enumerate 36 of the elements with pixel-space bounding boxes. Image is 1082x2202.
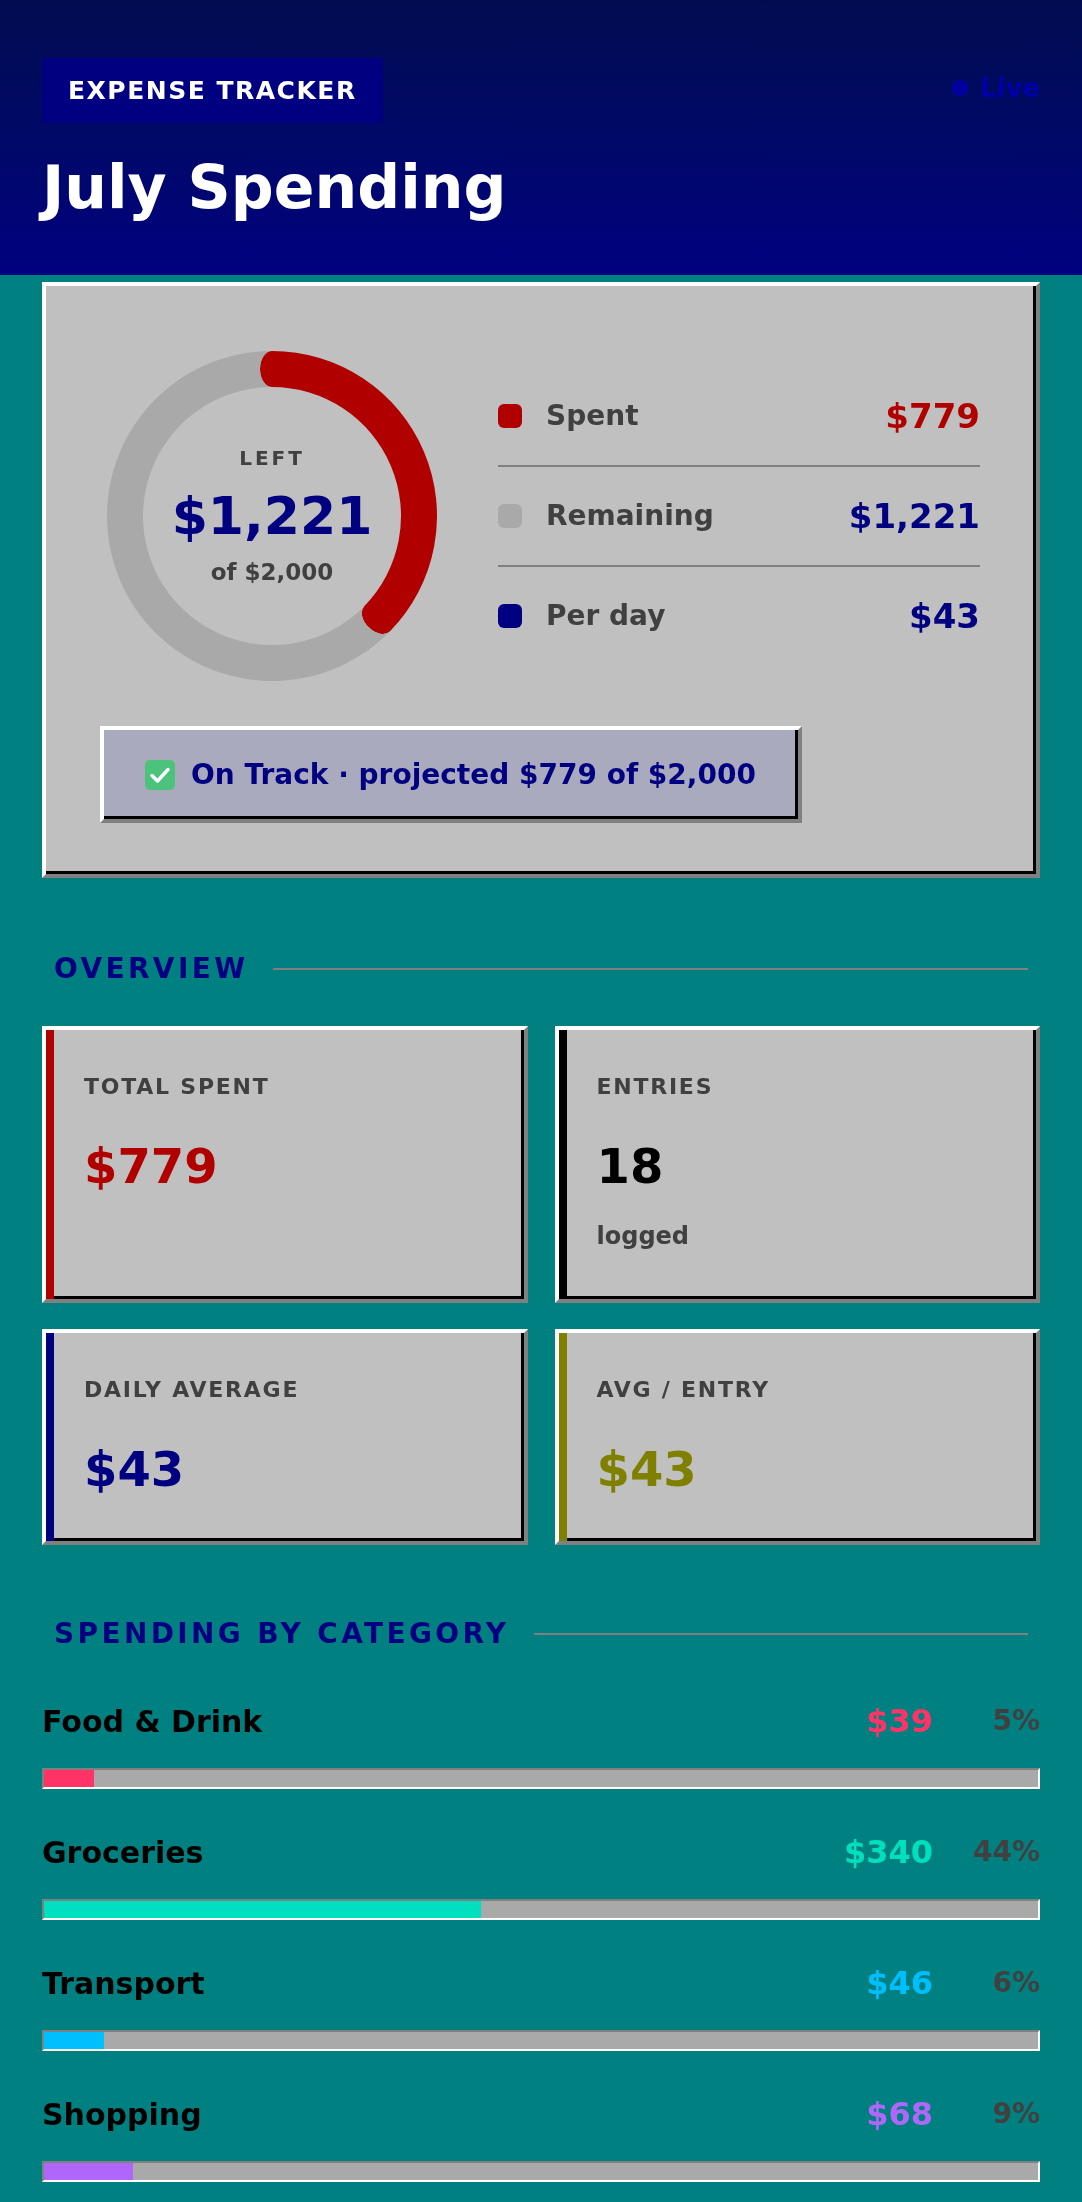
legend-value: $779 — [885, 394, 980, 438]
category-amount: $46 — [866, 1963, 933, 2004]
ring-caption: of $2,000 — [210, 561, 334, 584]
live-label: Live — [979, 75, 1040, 101]
status-text: On Track · projected $779 of $2,000 — [191, 756, 756, 793]
category-amount: $39 — [866, 1701, 933, 1742]
legend-label: Remaining — [546, 498, 714, 534]
stat-value: $43 — [84, 1445, 185, 1493]
category-name: Food & Drink — [42, 1702, 263, 1741]
category-name: Transport — [42, 1964, 205, 2003]
app-badge: EXPENSE TRACKER — [42, 58, 383, 123]
stat-value: $43 — [596, 1445, 697, 1493]
live-dot-icon — [951, 80, 968, 96]
stat-label: ENTRIES — [596, 1074, 714, 1100]
category-name: Shopping — [42, 2095, 202, 2134]
legend-value: $43 — [909, 594, 980, 638]
category-name: Groceries — [42, 1833, 204, 1872]
category-amount: $340 — [843, 1832, 933, 1873]
section-heading: SPENDING BY CATEGORY — [53, 1619, 510, 1649]
legend-value: $1,221 — [848, 494, 980, 538]
ring-amount: $1,221 — [171, 490, 373, 542]
stat-label: TOTAL SPENT — [84, 1074, 270, 1100]
stat-value: $779 — [84, 1142, 218, 1190]
ring-label: LEFT — [239, 448, 305, 468]
stat-label: AVG / ENTRY — [596, 1377, 770, 1403]
category-amount: $68 — [866, 2094, 933, 2135]
legend-label: Spent — [546, 398, 639, 434]
stat-note: logged — [596, 1221, 690, 1251]
legend-label: Per day — [546, 598, 666, 634]
category-percent: 44% — [971, 1834, 1040, 1870]
stat-label: DAILY AVERAGE — [84, 1377, 300, 1403]
section-heading: OVERVIEW — [53, 954, 249, 984]
category-percent: 6% — [991, 1965, 1040, 2001]
stat-value: 18 — [596, 1142, 664, 1190]
category-percent: 9% — [991, 2096, 1040, 2132]
category-percent: 5% — [991, 1703, 1040, 1739]
